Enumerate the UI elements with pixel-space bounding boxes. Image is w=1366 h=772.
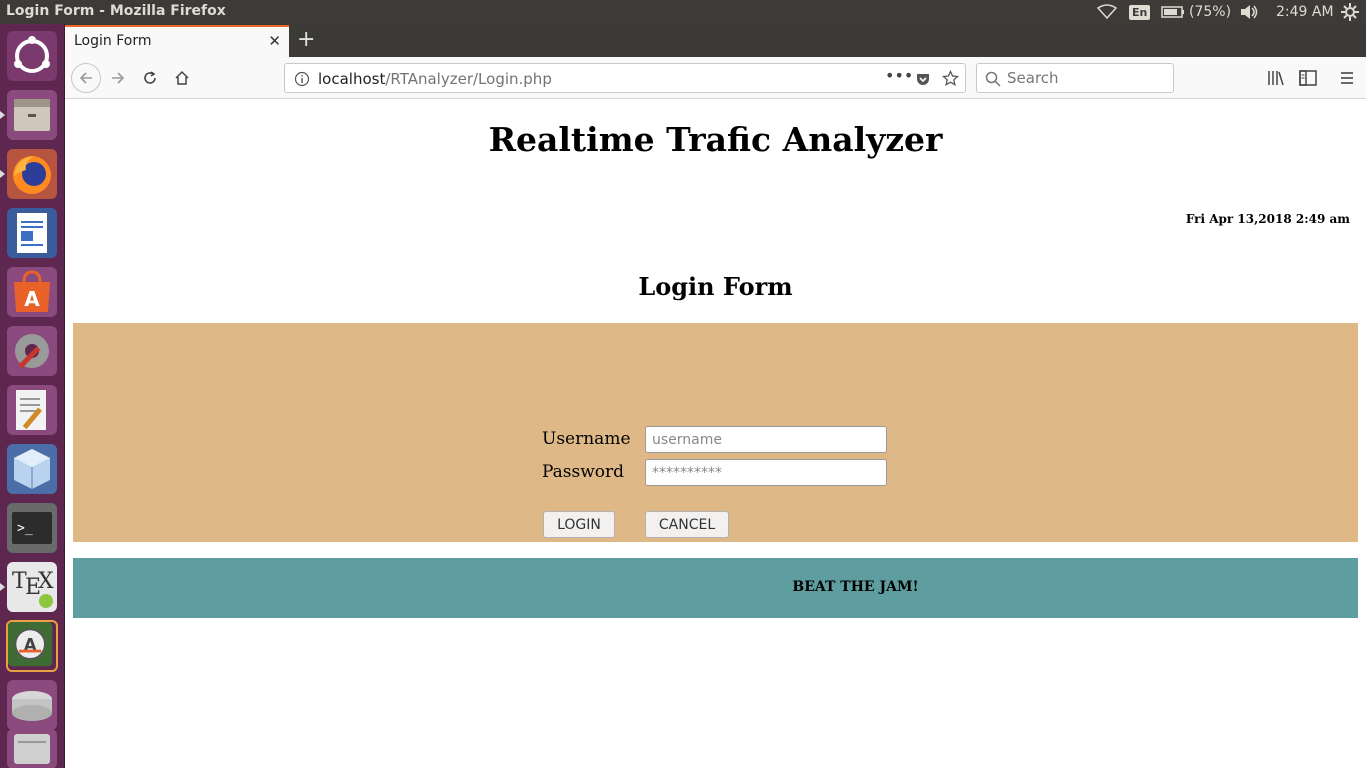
- clock[interactable]: 2:49 AM: [1276, 0, 1334, 24]
- volume-icon[interactable]: [1239, 0, 1259, 24]
- back-button[interactable]: [71, 63, 101, 93]
- search-icon: [985, 71, 1001, 87]
- ubuntu-dash-icon[interactable]: [6, 30, 58, 82]
- software-updater-icon[interactable]: A: [6, 620, 58, 672]
- footer-text: BEAT THE JAM!: [792, 579, 919, 595]
- new-tab-button[interactable]: +: [297, 28, 315, 52]
- footer-banner: BEAT THE JAM!: [73, 558, 1358, 618]
- virtualbox-icon[interactable]: [6, 443, 58, 495]
- reload-icon: [144, 71, 156, 84]
- system-settings-icon[interactable]: [6, 325, 58, 377]
- url-bar[interactable]: localhost/RTAnalyzer/Login.php •••: [284, 63, 966, 93]
- svg-text:>_: >_: [17, 521, 33, 536]
- home-icon: [175, 70, 189, 85]
- forward-arrow-icon: [112, 72, 125, 84]
- keyboard-layout-indicator[interactable]: En: [1129, 0, 1151, 24]
- unity-launcher: A >_ TEX A: [0, 24, 65, 769]
- language-badge: En: [1129, 4, 1151, 20]
- files-icon[interactable]: [0, 89, 58, 141]
- trash-icon[interactable]: [6, 728, 58, 769]
- url-host: localhost: [318, 70, 386, 88]
- bookmark-star-icon[interactable]: [942, 70, 959, 87]
- reload-button[interactable]: [135, 63, 165, 93]
- username-input[interactable]: [645, 426, 887, 453]
- library-icon[interactable]: [1267, 70, 1285, 86]
- sidebar-icon[interactable]: [1299, 70, 1317, 86]
- search-input[interactable]: [1007, 69, 1167, 87]
- system-gear-icon[interactable]: [1341, 0, 1359, 24]
- login-button[interactable]: LOGIN: [543, 511, 615, 538]
- page-actions-icon[interactable]: •••: [885, 66, 913, 85]
- battery-percent: (75%): [1189, 4, 1232, 20]
- home-button[interactable]: [167, 63, 197, 93]
- libreoffice-writer-icon[interactable]: [6, 207, 58, 259]
- battery-icon: [1161, 6, 1184, 18]
- svg-text:X: X: [38, 569, 54, 594]
- url-text[interactable]: localhost/RTAnalyzer/Login.php: [318, 70, 552, 88]
- texmaker-icon[interactable]: TEX: [0, 561, 58, 613]
- date-time: Fri Apr 13,2018 2:49 am: [1185, 212, 1350, 226]
- hamburger-menu-icon[interactable]: [1339, 70, 1355, 86]
- pocket-icon[interactable]: [915, 71, 931, 87]
- password-input[interactable]: [645, 459, 887, 486]
- search-bar[interactable]: [976, 63, 1174, 93]
- cancel-button[interactable]: CANCEL: [645, 511, 729, 538]
- username-label: Username: [542, 429, 631, 449]
- terminal-icon[interactable]: >_: [6, 502, 58, 554]
- software-center-icon[interactable]: A: [6, 266, 58, 318]
- text-editor-icon[interactable]: [6, 384, 58, 436]
- tab-bar: Login Form ✕ +: [65, 24, 1366, 57]
- wifi-icon[interactable]: [1097, 0, 1117, 24]
- form-heading: Login Form: [638, 272, 793, 301]
- firefox-icon[interactable]: [0, 148, 58, 200]
- window-title: Login Form - Mozilla Firefox: [6, 3, 226, 19]
- forward-button[interactable]: [103, 63, 133, 93]
- site-title: Realtime Trafic Analyzer: [488, 120, 943, 159]
- disks-icon[interactable]: [6, 679, 58, 731]
- tab-login-form[interactable]: Login Form ✕: [65, 25, 289, 57]
- web-page: Realtime Trafic Analyzer Fri Apr 13,2018…: [65, 100, 1366, 768]
- info-icon[interactable]: [294, 71, 310, 87]
- system-top-panel: Login Form - Mozilla Firefox En (75%) 2:…: [0, 0, 1366, 24]
- tab-title: Login Form: [74, 33, 152, 49]
- svg-text:A: A: [24, 287, 40, 311]
- back-arrow-icon: [79, 72, 92, 84]
- url-path: /RTAnalyzer/Login.php: [385, 70, 552, 88]
- tab-close-icon[interactable]: ✕: [268, 32, 281, 50]
- navigation-toolbar: localhost/RTAnalyzer/Login.php •••: [65, 57, 1366, 99]
- password-label: Password: [542, 462, 625, 482]
- battery-indicator[interactable]: (75%): [1161, 0, 1231, 24]
- login-form-panel: Username Password LOGIN CANCEL: [73, 323, 1358, 542]
